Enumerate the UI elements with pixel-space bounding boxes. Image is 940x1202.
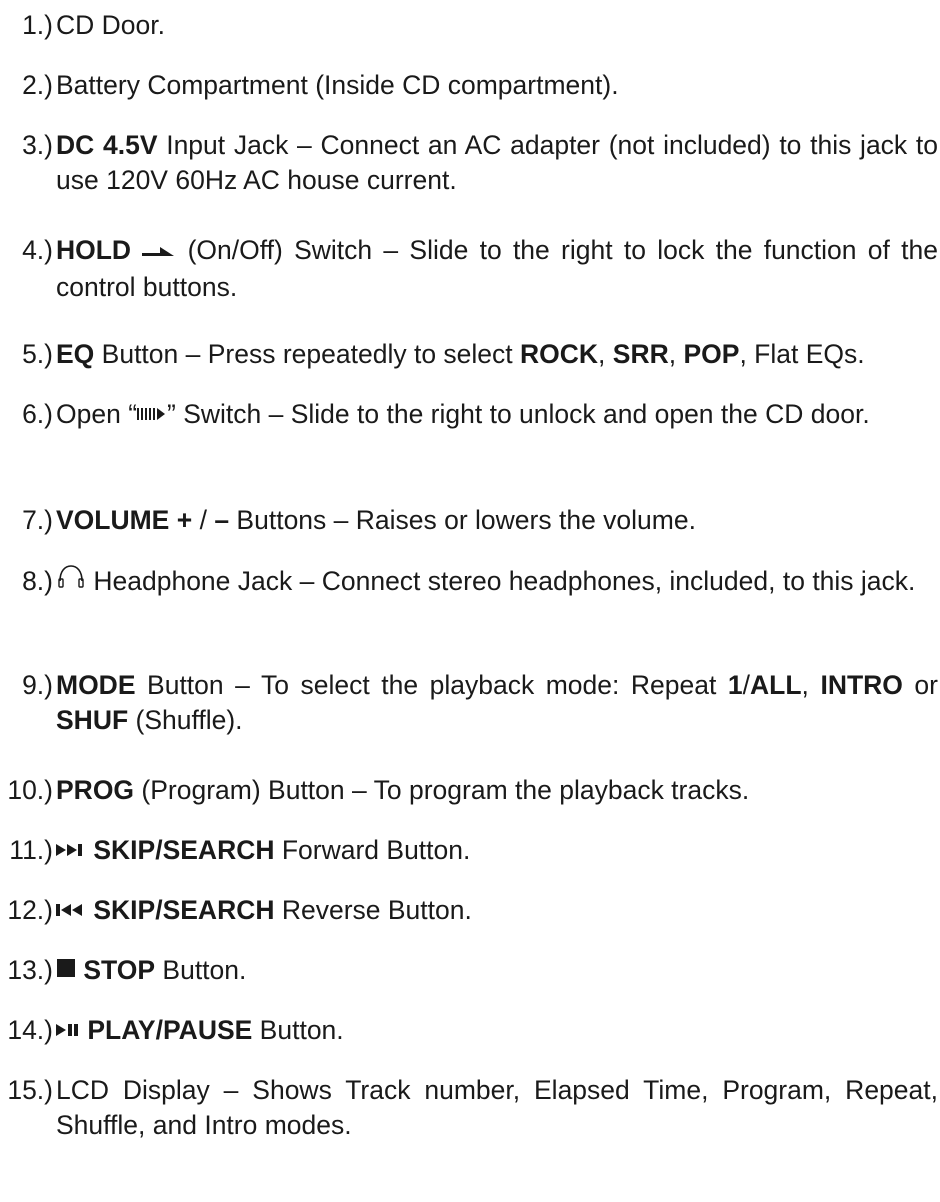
text-segment: Buttons – Raises or lowers the volume.	[229, 505, 696, 535]
item-number: 10.)	[7, 775, 53, 805]
text-segment: Button – To select the playback mode: Re…	[135, 670, 728, 700]
bold-term: MODE	[56, 670, 136, 700]
item-number: 14.)	[7, 1015, 53, 1045]
open-door-icon	[137, 396, 167, 431]
item-number: 12.)	[7, 895, 53, 925]
hold-arrow-icon	[142, 232, 176, 267]
text-segment: LCD Display – Shows Track number, Elapse…	[56, 1075, 938, 1141]
bold-term: INTRO	[820, 670, 903, 700]
text-segment: (On/Off) Switch – Slide to the right to …	[56, 235, 938, 302]
item-text: PROG (Program) Button – To program the p…	[56, 773, 938, 808]
text-segment: ,	[801, 670, 821, 700]
bold-term: SRR	[612, 339, 669, 369]
text-segment: or	[902, 670, 938, 700]
text-segment: (Program) Button – To program the playba…	[134, 775, 750, 805]
text-segment: Button.	[155, 955, 247, 985]
text-segment: Open “	[56, 399, 138, 429]
item-number: 5.)	[22, 339, 53, 369]
text-segment: ” Switch – Slide to the right to unlock …	[167, 399, 870, 429]
text-segment: (Shuffle).	[128, 705, 243, 736]
bold-term: ROCK	[520, 339, 599, 369]
text-segment: /	[742, 670, 751, 700]
bold-term: 1	[727, 670, 743, 700]
item-text: Headphone Jack – Connect stereo headphon…	[56, 564, 938, 601]
bold-term: –	[214, 505, 230, 535]
item-number: 3.)	[22, 130, 53, 160]
text-segment: /	[199, 505, 215, 535]
text-segment: , Flat EQs.	[739, 339, 865, 369]
item-text: SKIP/SEARCH Reverse Button.	[56, 893, 938, 930]
text-segment: ,	[598, 339, 613, 369]
skip-reverse-icon	[56, 892, 86, 927]
play-pause-icon	[56, 1012, 80, 1047]
bold-term: POP	[683, 339, 740, 369]
item-text: CD Door.	[56, 8, 938, 43]
text-segment: Button – Press repeatedly to select	[94, 339, 521, 369]
text-segment: Headphone Jack – Connect stereo headphon…	[86, 566, 916, 596]
item-text: VOLUME + / – Buttons – Raises or lowers …	[56, 503, 938, 538]
item-number: 11.)	[9, 835, 53, 865]
text-segment: CD Door.	[56, 10, 165, 40]
bold-term: PROG	[56, 775, 135, 805]
skip-forward-icon	[56, 832, 86, 867]
item-number: 13.)	[7, 955, 53, 985]
bold-term: ALL	[750, 670, 802, 700]
headphone-icon	[56, 563, 86, 598]
text-segment: Forward Button.	[274, 835, 471, 865]
bold-term: PLAY/PAUSE	[80, 1015, 253, 1045]
bold-term: SKIP/SEARCH	[86, 895, 275, 925]
bold-term: DC 4.5V	[56, 130, 158, 160]
text-segment: ,	[668, 339, 684, 369]
bold-term: HOLD	[56, 235, 132, 265]
bold-term: VOLUME +	[56, 505, 200, 535]
item-text: EQ Button – Press repeatedly to select R…	[56, 337, 938, 372]
item-number: 1.)	[22, 10, 53, 40]
text-segment: Reverse Button.	[274, 895, 472, 925]
item-text: Open “ ” Switch – Slide to the right to u…	[56, 397, 938, 434]
stop-icon	[56, 952, 76, 987]
item-text: PLAY/PAUSE Button.	[56, 1013, 938, 1050]
text-segment: Input Jack – Connect an AC adapter (not …	[56, 130, 938, 196]
bold-term: EQ	[56, 339, 95, 369]
item-number: 2.)	[22, 70, 53, 100]
bold-term: SHUF	[56, 705, 129, 736]
item-text: SKIP/SEARCH Forward Button.	[56, 833, 938, 870]
item-text: DC 4.5V Input Jack – Connect an AC adapt…	[56, 128, 938, 198]
item-number: 9.)	[22, 670, 53, 700]
item-number: 6.)	[22, 399, 53, 429]
item-number: 7.)	[22, 505, 53, 535]
item-number: 8.)	[22, 566, 53, 596]
item-text: MODE Button – To select the playback mod…	[56, 668, 938, 738]
bold-term: SKIP/SEARCH	[86, 835, 275, 865]
item-number: 15.)	[7, 1075, 53, 1105]
text-segment	[131, 235, 142, 265]
item-text: LCD Display – Shows Track number, Elapse…	[56, 1073, 938, 1143]
bold-term: STOP	[76, 955, 156, 985]
item-text: HOLD (On/Off) Switch – Slide to the righ…	[56, 233, 938, 305]
item-text: STOP Button.	[56, 953, 938, 990]
item-number: 4.)	[22, 235, 53, 265]
item-text: Battery Compartment (Inside CD compartme…	[56, 68, 938, 103]
text-segment: Button.	[252, 1015, 344, 1045]
text-segment: Battery Compartment (Inside CD compartme…	[56, 70, 619, 100]
